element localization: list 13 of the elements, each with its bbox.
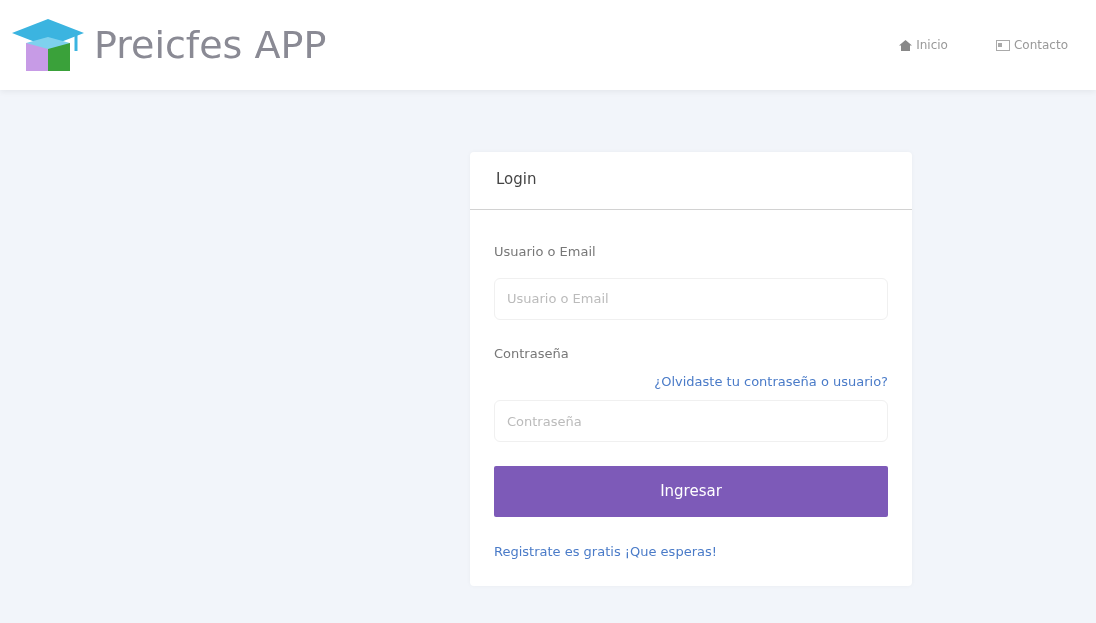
- forgot-password-link[interactable]: ¿Olvidaste tu contraseña o usuario?: [654, 374, 888, 389]
- nav-link[interactable]: Inicio: [899, 36, 948, 54]
- home-icon: [899, 39, 913, 51]
- register-link[interactable]: Registrate es gratis ¡Que esperas!: [494, 544, 717, 559]
- brand-name[interactable]: Preicfes APP: [94, 16, 327, 74]
- card-title: Login: [470, 152, 912, 210]
- login-button[interactable]: Ingresar: [494, 466, 888, 517]
- password-field[interactable]: Contraseña: [494, 400, 888, 442]
- field-label: Usuario o Email: [494, 243, 597, 261]
- username-field[interactable]: Usuario o Email: [494, 277, 888, 320]
- nav-link[interactable]: Contacto: [995, 36, 1068, 54]
- card-icon: [995, 39, 1010, 51]
- field-label: Contraseña: [494, 344, 570, 363]
